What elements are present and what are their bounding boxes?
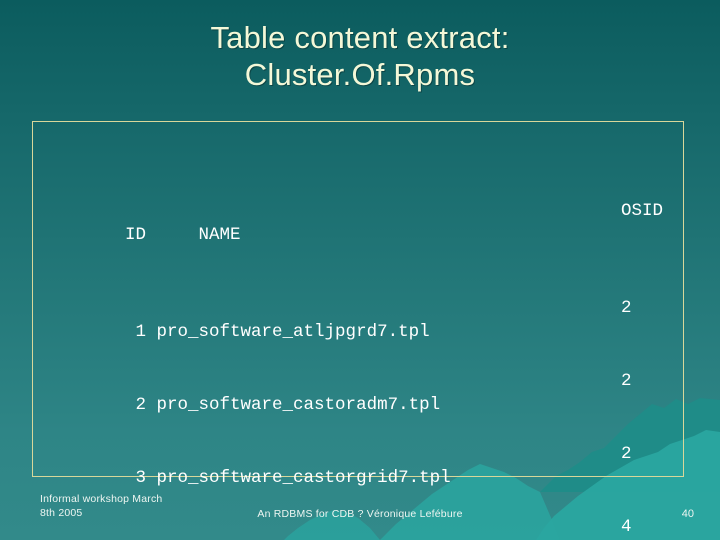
cell-osid: 2: [621, 298, 632, 319]
table-row: 1 pro_software_atljpgrd7.tpl 2: [41, 296, 683, 342]
table-row: 3 pro_software_castorgrid7.tpl 2: [41, 442, 683, 488]
cell-name: pro_software_castorgrid7.tpl: [156, 468, 451, 489]
cell-osid: 2: [621, 370, 632, 391]
table-listing: ID NAME OSID 1 pro_software_atljpgrd7.tpl…: [41, 126, 683, 540]
table-header-row: ID NAME OSID: [41, 199, 683, 245]
table-content-frame: ID NAME OSID 1 pro_software_atljpgrd7.tpl…: [32, 121, 684, 537]
cell-osid: 2: [621, 443, 632, 464]
page-title: Table content extract: Cluster.Of.Rpms: [0, 20, 720, 93]
footer-left-line-1: Informal workshop March: [40, 493, 163, 505]
cell-gap: [146, 320, 157, 344]
cell-name: pro_software_atljpgrd7.tpl: [156, 322, 430, 343]
title-line-1: Table content extract:: [210, 20, 510, 55]
column-header-name: NAME: [198, 225, 241, 246]
cell-id: 2: [135, 395, 147, 416]
cell-gap: [146, 393, 157, 417]
footer-page-number: 40: [681, 508, 694, 520]
slide: Table content extract: Cluster.Of.Rpms I…: [0, 0, 720, 540]
cell-id: 1: [135, 322, 147, 343]
column-header-osid: OSID: [621, 200, 664, 221]
title-line-2: Cluster.Of.Rpms: [244, 56, 476, 92]
column-header-id: ID: [125, 225, 147, 246]
footer-center-text: An RDBMS for CDB ? Véronique Lefébure: [257, 508, 463, 520]
cell-name: pro_software_castoradm7.tpl: [156, 395, 441, 416]
header-gap: [146, 223, 199, 247]
table-row: 2 pro_software_castoradm7.tpl 2: [41, 369, 683, 415]
cell-gap: [146, 466, 157, 490]
cell-id: 3: [135, 468, 147, 489]
